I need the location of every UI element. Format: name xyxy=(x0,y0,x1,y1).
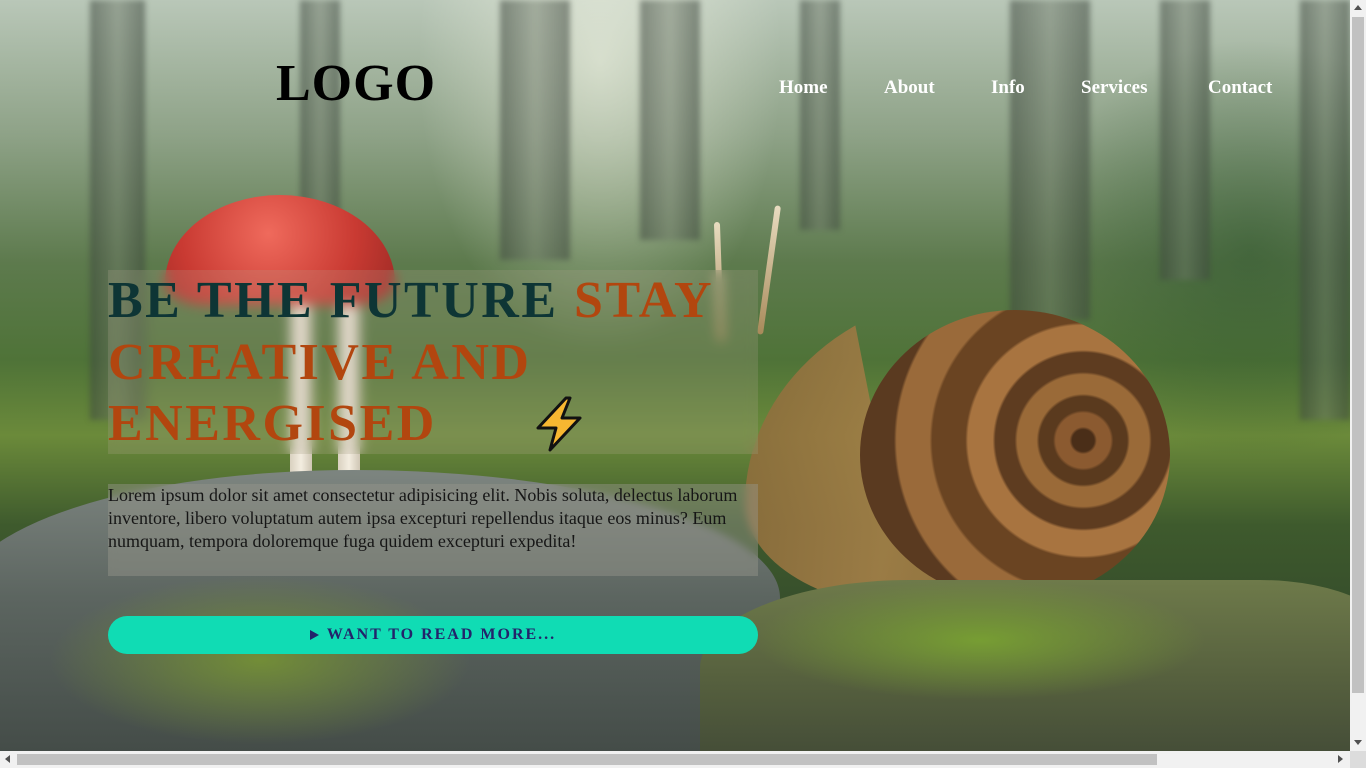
hero-title-dark-text: BE THE FUTURE xyxy=(108,272,575,329)
horizontal-scrollbar[interactable] xyxy=(0,751,1350,768)
nav-info[interactable]: Info xyxy=(991,76,1025,100)
hero-description: Lorem ipsum dolor sit amet consectetur a… xyxy=(108,484,758,576)
hero-title-line-2: CREATIVE AND xyxy=(108,334,532,391)
snail-shell xyxy=(860,310,1170,600)
logo[interactable]: LOGO xyxy=(276,58,436,110)
hero-title-line-1: BE THE FUTURE STAY xyxy=(108,271,714,331)
horizontal-scroll-thumb[interactable] xyxy=(17,754,1157,765)
vertical-scrollbar[interactable] xyxy=(1350,0,1366,751)
read-more-button[interactable]: WANT TO READ MORE... xyxy=(108,616,758,654)
play-triangle-icon xyxy=(309,630,319,640)
hero-title: BE THE FUTURE STAY CREATIVE AND ENERGISE… xyxy=(108,270,758,454)
scroll-up-arrow-icon[interactable] xyxy=(1354,5,1362,10)
nav-about[interactable]: About xyxy=(884,76,935,100)
lightning-bolt-icon xyxy=(536,396,582,452)
hero-title-line-3: ENERGISED xyxy=(108,395,437,452)
scroll-down-arrow-icon[interactable] xyxy=(1354,740,1362,745)
nav-services[interactable]: Services xyxy=(1081,76,1147,100)
nav-contact[interactable]: Contact xyxy=(1208,76,1272,100)
scroll-right-arrow-icon[interactable] xyxy=(1338,755,1343,763)
read-more-label: WANT TO READ MORE... xyxy=(326,626,557,643)
scrollbar-corner xyxy=(1350,751,1366,768)
scroll-left-arrow-icon[interactable] xyxy=(5,755,10,763)
hero-title-accent-text: STAY xyxy=(574,272,715,329)
nav-home[interactable]: Home xyxy=(779,76,828,100)
vertical-scroll-thumb[interactable] xyxy=(1352,17,1364,693)
